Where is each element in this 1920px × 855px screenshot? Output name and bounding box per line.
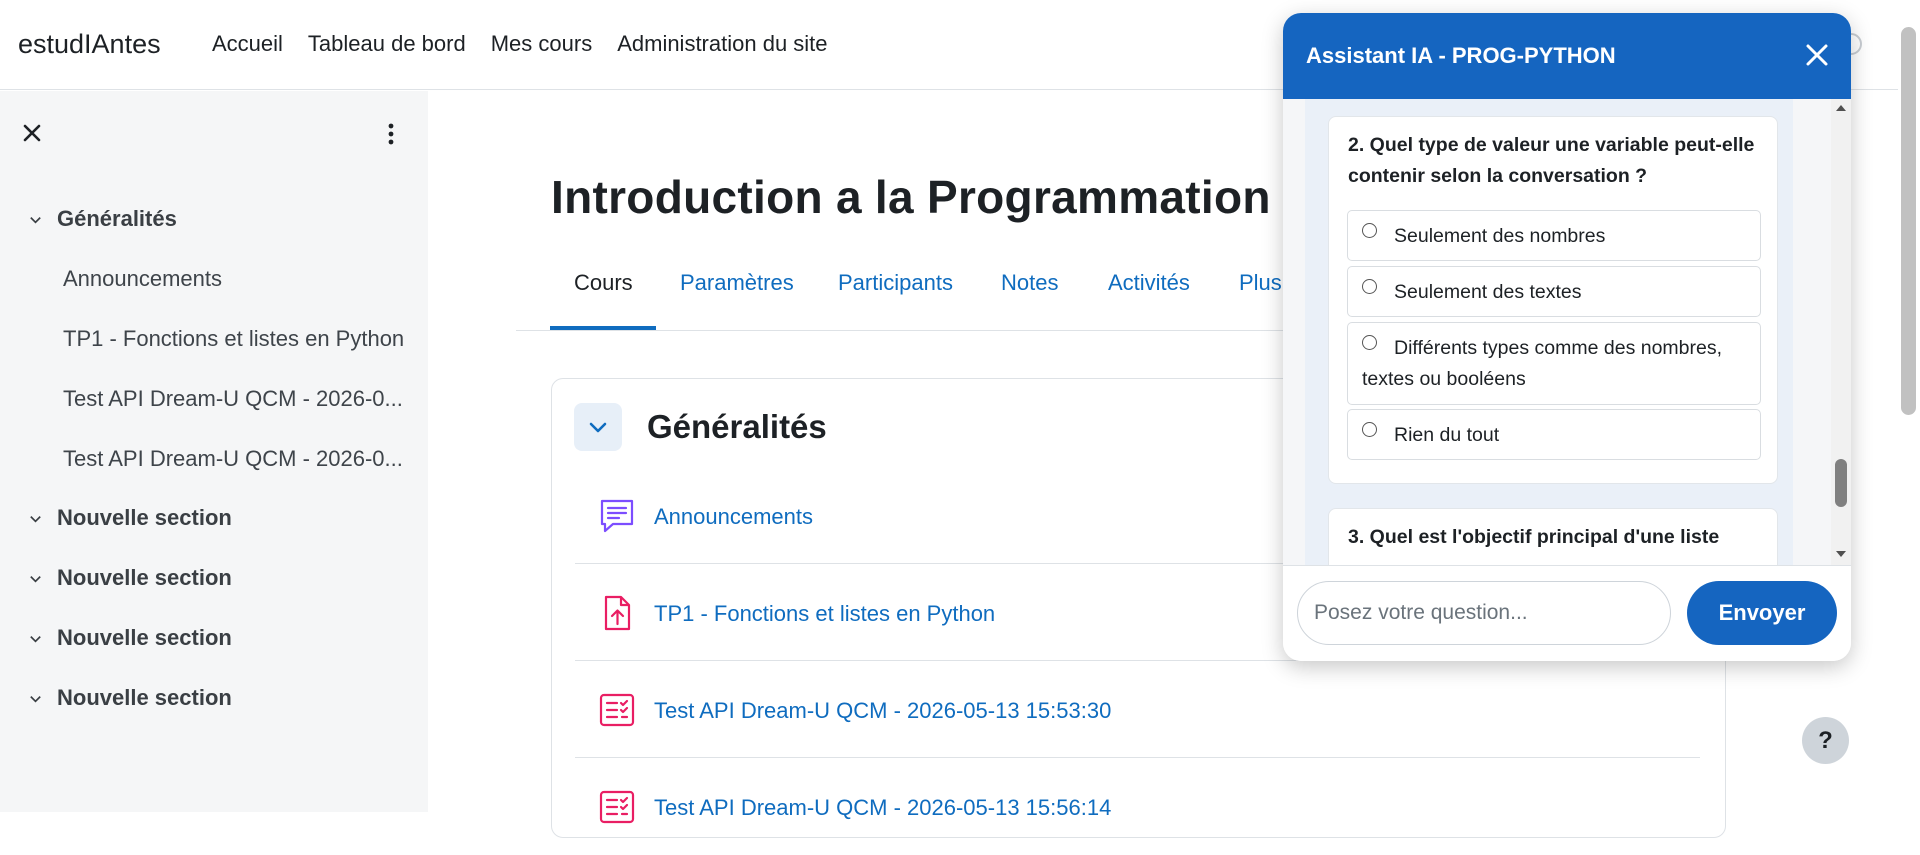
- answer-option[interactable]: Rien du tout: [1347, 409, 1761, 460]
- activity-link-announcements[interactable]: Announcements: [654, 504, 813, 530]
- quiz-icon: [599, 790, 635, 824]
- course-title: Introduction a la Programmation P: [551, 171, 1315, 223]
- quiz-icon: [599, 693, 635, 727]
- close-icon[interactable]: [20, 121, 44, 145]
- activity-link-qcm-1[interactable]: Test API Dream-U QCM - 2026-05-13 15:53:…: [654, 698, 1111, 724]
- drawer-section-nouvelle-3[interactable]: Nouvelle section: [28, 625, 232, 651]
- quiz-question-card: 2. Quel type de valeur une variable peut…: [1328, 116, 1778, 484]
- question-text: 3. Quel est l'objectif principal d'une l…: [1348, 526, 1720, 548]
- answer-option-label: Rien du tout: [1394, 424, 1500, 446]
- question-text: 2. Quel type de valeur une variable peut…: [1348, 134, 1755, 187]
- close-icon[interactable]: [1803, 41, 1831, 69]
- drawer-section-label: Nouvelle section: [57, 565, 232, 590]
- help-button[interactable]: ?: [1802, 717, 1849, 764]
- page-scrollbar-thumb[interactable]: [1901, 27, 1916, 415]
- more-options-icon[interactable]: [383, 121, 399, 147]
- chevron-down-icon: [30, 216, 41, 224]
- drawer-section-label: Nouvelle section: [57, 685, 232, 710]
- drawer-section-label: Nouvelle section: [57, 625, 232, 650]
- answer-option[interactable]: Différents types comme des nombres, text…: [1347, 322, 1761, 405]
- answer-option[interactable]: Seulement des textes: [1347, 266, 1761, 317]
- chevron-down-icon: [589, 422, 607, 433]
- drawer-section-generalites[interactable]: Généralités: [28, 206, 177, 232]
- drawer-item-qcm-2[interactable]: Test API Dream-U QCM - 2026-0...: [63, 446, 408, 472]
- send-button[interactable]: Envoyer: [1687, 581, 1837, 645]
- tab-activites[interactable]: Activités: [1108, 270, 1190, 296]
- answer-option-label: Différents types comme des nombres, text…: [1362, 337, 1723, 390]
- activity-row: Test API Dream-U QCM - 2026-05-13 15:53:…: [575, 662, 1700, 758]
- nav-link-mes-cours[interactable]: Mes cours: [491, 31, 592, 57]
- assignment-icon: [604, 595, 631, 631]
- chat-scrollbar-thumb[interactable]: [1835, 459, 1847, 507]
- course-index-drawer: Généralités Announcements TP1 - Fonction…: [0, 91, 428, 812]
- drawer-section-label: Nouvelle section: [57, 505, 232, 530]
- nav-link-administration[interactable]: Administration du site: [617, 31, 827, 57]
- activity-link-qcm-2[interactable]: Test API Dream-U QCM - 2026-05-13 15:56:…: [654, 795, 1111, 821]
- drawer-section-nouvelle-4[interactable]: Nouvelle section: [28, 685, 232, 711]
- chevron-down-icon: [30, 575, 41, 583]
- drawer-item-tp1[interactable]: TP1 - Fonctions et listes en Python: [63, 326, 408, 352]
- drawer-item-qcm-1[interactable]: Test API Dream-U QCM - 2026-0...: [63, 386, 408, 412]
- scroll-down-icon[interactable]: [1835, 549, 1847, 559]
- primary-navigation: Accueil Tableau de bord Mes cours Admini…: [212, 31, 828, 57]
- chevron-down-icon: [30, 635, 41, 643]
- scroll-up-icon[interactable]: [1835, 103, 1847, 113]
- tab-parametres[interactable]: Paramètres: [680, 270, 794, 296]
- chat-messages: 2. Quel type de valeur une variable peut…: [1283, 99, 1851, 565]
- quiz-question-card: 3. Quel est l'objectif principal d'une l…: [1328, 508, 1778, 565]
- drawer-section-label: Généralités: [57, 206, 177, 231]
- question-input[interactable]: [1297, 581, 1671, 645]
- nav-link-accueil[interactable]: Accueil: [212, 31, 283, 57]
- tab-plus[interactable]: Plus: [1239, 270, 1282, 296]
- assistant-title: Assistant IA - PROG-PYTHON: [1306, 43, 1616, 68]
- chevron-down-icon: [30, 515, 41, 523]
- activity-row: Test API Dream-U QCM - 2026-05-13 15:56:…: [575, 759, 1700, 855]
- answer-option[interactable]: Seulement des nombres: [1347, 210, 1761, 261]
- tab-cours[interactable]: Cours: [574, 270, 633, 296]
- chat-input-bar: Envoyer: [1283, 565, 1851, 661]
- tab-participants[interactable]: Participants: [838, 270, 953, 296]
- active-tab-indicator: [550, 326, 656, 330]
- ai-assistant-panel: Assistant IA - PROG-PYTHON 2. Quel type …: [1283, 13, 1851, 661]
- tab-notes[interactable]: Notes: [1001, 270, 1058, 296]
- nav-link-tableau-de-bord[interactable]: Tableau de bord: [308, 31, 466, 57]
- answer-option-label: Seulement des nombres: [1394, 225, 1606, 247]
- site-brand[interactable]: estudIAntes: [18, 29, 161, 60]
- section-title: Généralités: [647, 408, 827, 445]
- drawer-item-announcements[interactable]: Announcements: [63, 266, 408, 292]
- drawer-section-nouvelle-2[interactable]: Nouvelle section: [28, 565, 232, 591]
- course-tabs: Cours Paramètres Participants Notes Acti…: [516, 252, 1296, 331]
- drawer-section-nouvelle-1[interactable]: Nouvelle section: [28, 505, 232, 531]
- assistant-header: Assistant IA - PROG-PYTHON: [1283, 13, 1851, 99]
- answer-option-label: Seulement des textes: [1394, 281, 1582, 303]
- activity-link-tp1[interactable]: TP1 - Fonctions et listes en Python: [654, 601, 995, 627]
- section-collapse-button[interactable]: [574, 403, 622, 451]
- chevron-down-icon: [30, 695, 41, 703]
- forum-icon: [600, 499, 634, 533]
